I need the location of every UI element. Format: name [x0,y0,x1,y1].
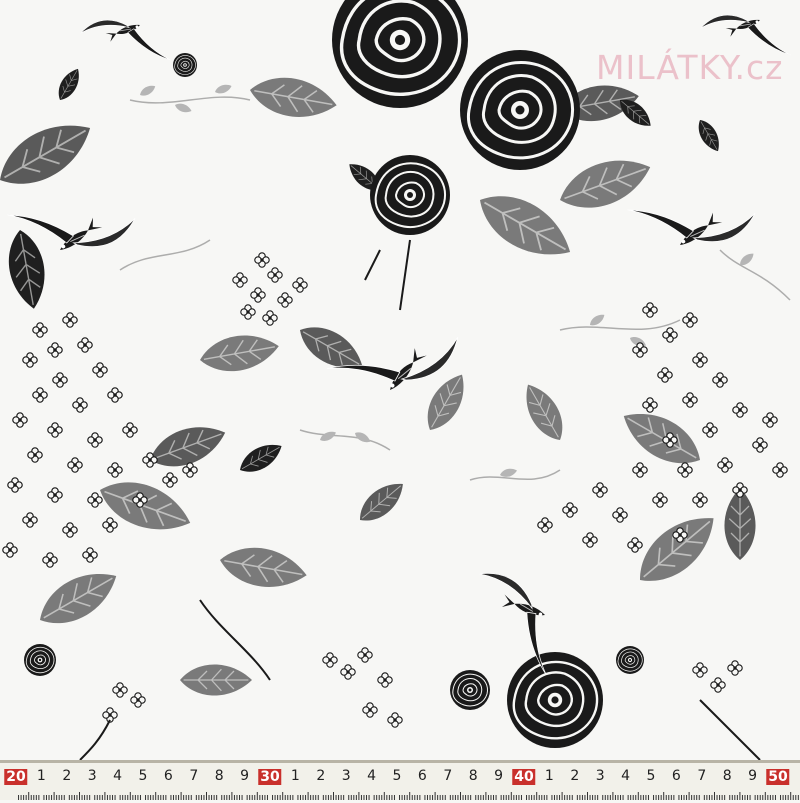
ruler-label: 7 [697,768,707,784]
ruler-label: 2 [570,768,580,784]
ruler-label: 5 [646,768,656,784]
ruler-label: 30 [258,769,282,785]
ruler-label: 6 [671,768,681,784]
fabric-print [0,0,800,760]
ruler-label: 4 [113,768,123,784]
ruler-label: 9 [748,768,758,784]
ruler-label: 5 [392,768,402,784]
ruler-label: 5 [138,768,148,784]
ruler-label: 8 [722,768,732,784]
ruler-label: 4 [621,768,631,784]
ruler-label: 7 [189,768,199,784]
ruler-label: 9 [240,768,250,784]
ruler-label: 7 [443,768,453,784]
ruler-label: 1 [290,768,300,784]
ruler-label: 6 [163,768,173,784]
ruler-label: 4 [367,768,377,784]
ruler-label: 50 [766,769,790,785]
ruler-label: 2 [316,768,326,784]
ruler-label: 1 [544,768,554,784]
watermark-text: MILÁTKY.cz [596,48,784,87]
ruler-label: 8 [468,768,478,784]
ruler-label: 20 [4,769,28,785]
ruler-label: 3 [341,768,351,784]
ruler-label: 3 [595,768,605,784]
ruler-label: 40 [512,769,536,785]
ruler-label: 2 [62,768,72,784]
ruler-label: 9 [494,768,504,784]
ruler-label: 6 [417,768,427,784]
ruler-label: 8 [214,768,224,784]
measuring-ruler: 20 1 2 3 4 5 6 7 8 9 30 1 2 3 4 5 6 7 8 9 40 1 2 3 4 5 6 7 8 9 50 [0,760,800,800]
ruler-label: 1 [36,768,46,784]
ruler-label: 3 [87,768,97,784]
